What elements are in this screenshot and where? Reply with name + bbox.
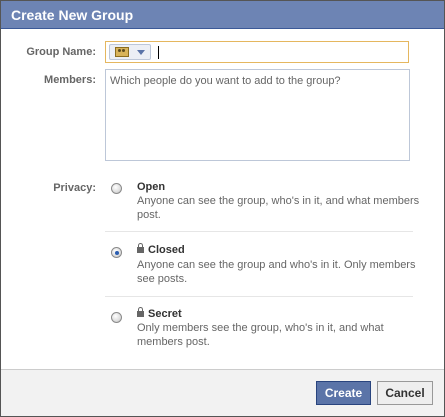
lock-icon — [137, 307, 144, 317]
members-placeholder: Which people do you want to add to the g… — [110, 75, 341, 87]
text-cursor — [158, 46, 159, 59]
dialog-title: Create New Group — [1, 1, 444, 29]
privacy-label: Privacy: — [53, 182, 96, 194]
privacy-option-open-title: Open — [137, 181, 166, 193]
chevron-down-icon — [137, 50, 145, 55]
privacy-radio-closed[interactable] — [111, 247, 122, 258]
create-group-dialog: Create New Group Group Name: Members: Wh… — [0, 0, 445, 417]
group-name-input[interactable] — [105, 41, 409, 63]
privacy-option-closed-description: Anyone can see the group and who's in it… — [137, 259, 416, 285]
person-icon — [115, 47, 129, 57]
members-input[interactable]: Which people do you want to add to the g… — [105, 69, 410, 161]
privacy-radio-secret[interactable] — [111, 312, 122, 323]
create-button[interactable]: Create — [316, 381, 371, 405]
privacy-option-closed-title: Closed — [137, 243, 185, 256]
privacy-option-open-description: Anyone can see the group, who's in it, a… — [137, 195, 420, 221]
privacy-option-secret-title: Secret — [137, 307, 182, 320]
privacy-radio-open[interactable] — [111, 183, 122, 194]
divider — [105, 296, 413, 297]
group-name-label: Group Name: — [26, 46, 96, 58]
cancel-button[interactable]: Cancel — [377, 381, 433, 405]
divider — [105, 231, 413, 232]
members-label: Members: — [44, 74, 96, 86]
privacy-option-secret-description: Only members see the group, who's in it,… — [137, 322, 384, 348]
dialog-footer: Create Cancel — [1, 369, 444, 416]
group-icon-selector[interactable] — [109, 44, 151, 60]
lock-icon — [137, 243, 144, 253]
